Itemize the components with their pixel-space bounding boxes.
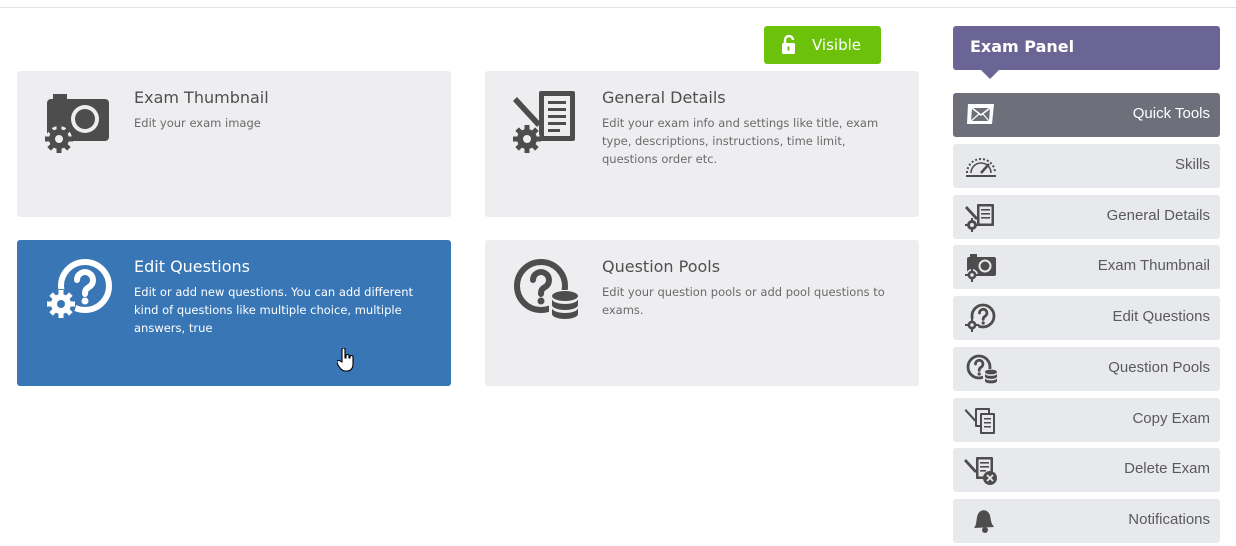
hand-cursor-icon (337, 348, 354, 372)
panel-item-label: Question Pools (1108, 359, 1210, 376)
copy-document-icon (964, 408, 995, 434)
panel-item-skills[interactable]: Skills (953, 144, 1220, 188)
card-edit-questions[interactable]: Edit Questions Edit or add new questions… (17, 240, 451, 386)
panel-item-question-pools[interactable]: Question Pools (953, 347, 1220, 391)
top-divider (0, 7, 1236, 8)
panel-item-copy-exam[interactable]: Copy Exam (953, 398, 1220, 442)
panel-item-label: Skills (1174, 156, 1210, 173)
panel-item-label: Notifications (1128, 511, 1210, 528)
unlock-icon (782, 35, 795, 54)
card-title: Exam Thumbnail (134, 88, 269, 107)
panel-item-delete-exam[interactable]: Delete Exam (953, 448, 1220, 492)
card-title: Question Pools (602, 257, 721, 276)
visible-label: Visible (812, 36, 861, 54)
question-database-icon (966, 354, 998, 384)
document-gear-icon (513, 91, 575, 153)
card-description: Edit or add new questions. You can add d… (134, 285, 413, 335)
card-description: Edit your exam image (134, 116, 261, 130)
panel-item-label: Quick Tools (1132, 105, 1210, 122)
bell-icon (974, 510, 994, 533)
card-title: General Details (602, 88, 726, 107)
question-database-icon (514, 259, 581, 324)
camera-gear-icon (45, 94, 109, 153)
gauge-icon (966, 158, 996, 177)
delete-document-icon (964, 457, 997, 485)
card-question-pools[interactable]: Question Pools Edit your question pools … (485, 240, 919, 386)
card-exam-thumbnail[interactable]: Exam Thumbnail Edit your exam image (17, 71, 451, 217)
header-pointer (981, 70, 999, 79)
panel-item-general-details[interactable]: General Details (953, 195, 1220, 239)
card-description: Edit your question pools or add pool que… (602, 285, 885, 317)
panel-item-quick-tools[interactable]: Quick Tools (953, 93, 1220, 137)
panel-item-label: General Details (1106, 207, 1210, 224)
panel-item-label: Delete Exam (1124, 460, 1210, 477)
exam-panel-header: Exam Panel (953, 26, 1220, 79)
exam-panel-title: Exam Panel (970, 37, 1075, 56)
card-general-details[interactable]: General Details Edit your exam info and … (485, 71, 919, 217)
document-gear-icon (965, 204, 994, 232)
quick-tools-icon (967, 104, 994, 124)
card-title: Edit Questions (134, 257, 250, 276)
panel-item-label: Copy Exam (1132, 410, 1210, 427)
panel-item-notifications[interactable]: Notifications (953, 499, 1220, 543)
panel-item-exam-thumbnail[interactable]: Exam Thumbnail (953, 245, 1220, 289)
panel-item-edit-questions[interactable]: Edit Questions (953, 296, 1220, 340)
question-gear-icon (46, 259, 112, 319)
question-gear-icon (965, 303, 996, 332)
visible-toggle-button[interactable]: Visible (764, 26, 881, 64)
card-description: Edit your exam info and settings like ti… (602, 116, 879, 166)
camera-gear-icon (965, 254, 996, 282)
panel-item-label: Exam Thumbnail (1097, 257, 1210, 274)
panel-item-label: Edit Questions (1112, 308, 1210, 325)
